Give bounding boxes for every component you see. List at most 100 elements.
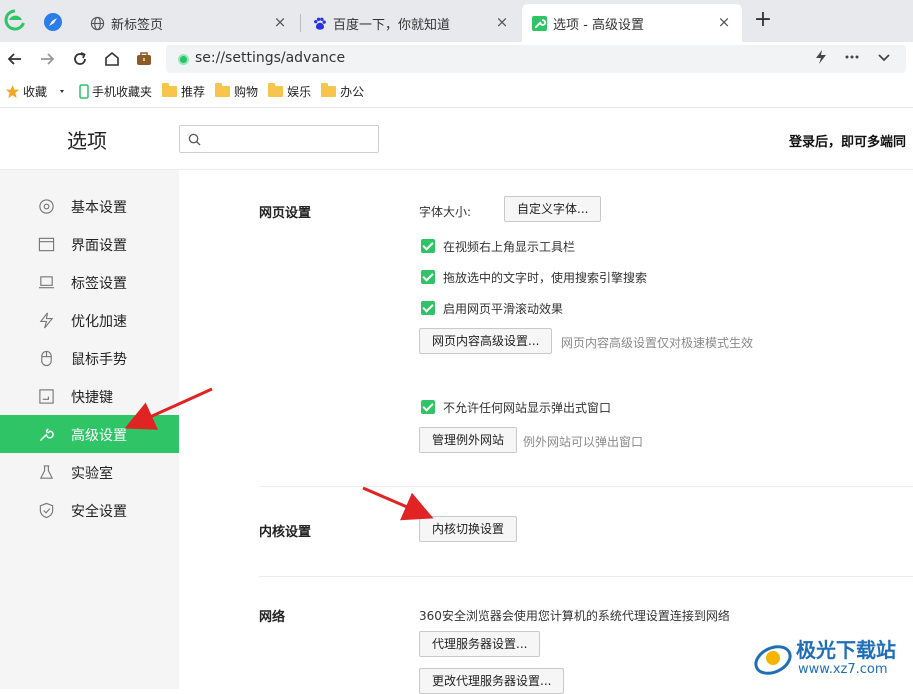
tab-advanced-settings[interactable]: 选项 - 高级设置 × xyxy=(522,4,742,42)
checkbox-label: 拖放选中的文字时，使用搜索引擎搜索 xyxy=(443,270,648,285)
checkbox-block-popups[interactable]: 不允许任何网站显示弹出式窗口 xyxy=(421,398,611,416)
address-bar[interactable]: se://settings/advance xyxy=(166,45,906,73)
secure-icon xyxy=(178,54,189,65)
watermark-text: 极光下载站 xyxy=(796,638,896,662)
checkbox-checked-icon[interactable] xyxy=(421,270,435,284)
chevron-down-icon[interactable] xyxy=(873,49,895,69)
sidebar-item-label: 安全设置 xyxy=(71,504,127,520)
sidebar-item-shortcuts[interactable]: 快捷键 xyxy=(0,377,179,415)
watermark-url: www.xz7.com xyxy=(798,662,888,677)
back-button[interactable] xyxy=(3,47,27,71)
sidebar-item-basic[interactable]: 基本设置 xyxy=(0,187,179,225)
address-text[interactable]: se://settings/advance xyxy=(195,50,345,66)
shield-icon xyxy=(39,502,54,519)
wrench-icon xyxy=(40,428,54,441)
tab-title: 新标签页 xyxy=(111,17,164,33)
more-icon[interactable] xyxy=(841,49,863,69)
bookmark-mobile[interactable]: 手机收藏夹 xyxy=(79,83,152,100)
section-divider xyxy=(259,576,913,577)
network-description: 360安全浏览器会使用您计算机的系统代理设置连接到网络 xyxy=(419,609,730,623)
section-divider xyxy=(259,486,913,487)
search-input[interactable] xyxy=(208,129,373,149)
custom-font-button[interactable]: 自定义字体... xyxy=(504,196,602,222)
checkbox-drag-search[interactable]: 拖放选中的文字时，使用搜索引擎搜索 xyxy=(421,268,647,286)
home-button[interactable] xyxy=(100,47,124,71)
advanced-content-hint: 网页内容高级设置仅对极速模式生效 xyxy=(561,336,754,350)
login-tip[interactable]: 登录后，即可多端同 xyxy=(789,131,906,150)
watermark-logo-icon xyxy=(754,645,792,675)
bookmark-folder-recommend[interactable]: 推荐 xyxy=(162,83,205,100)
tab-title: 选项 - 高级设置 xyxy=(553,17,644,33)
folder-icon xyxy=(321,83,337,97)
checkbox-checked-icon[interactable] xyxy=(421,301,435,315)
page-title: 选项 xyxy=(67,129,107,153)
advanced-content-button[interactable]: 网页内容高级设置... xyxy=(419,328,553,354)
checkbox-label: 不允许任何网站显示弹出式窗口 xyxy=(443,400,612,415)
caret-down-icon[interactable] xyxy=(55,87,69,97)
keyboard-icon xyxy=(39,389,54,404)
close-icon[interactable]: × xyxy=(272,14,288,30)
sidebar-item-acceleration[interactable]: 优化加速 xyxy=(0,301,179,339)
bookmark-label: 手机收藏夹 xyxy=(92,85,153,99)
sidebar-item-label: 高级设置 xyxy=(71,428,127,444)
manage-exceptions-button[interactable]: 管理例外网站 xyxy=(419,427,518,453)
checkbox-video-toolbar[interactable]: 在视频右上角显示工具栏 xyxy=(421,237,575,255)
bookmark-favorites[interactable]: 收藏 xyxy=(5,83,69,100)
flask-icon xyxy=(39,465,54,479)
bookmark-label: 购物 xyxy=(234,85,259,99)
search-icon xyxy=(188,133,201,146)
reload-button[interactable] xyxy=(68,47,92,71)
settings-sidebar: 基本设置 界面设置 标签设置 优化加速 鼠标手势 快捷键 高级设置 实验室 安全… xyxy=(0,170,179,689)
lightning-icon[interactable] xyxy=(810,49,832,69)
section-title-webpage: 网页设置 xyxy=(259,206,312,221)
toolbox-button[interactable] xyxy=(132,47,156,71)
checkbox-smooth-scroll[interactable]: 启用网页平滑滚动效果 xyxy=(421,299,563,317)
bookmark-label: 推荐 xyxy=(181,85,206,99)
bookmark-folder-office[interactable]: 办公 xyxy=(321,83,364,100)
checkbox-checked-icon[interactable] xyxy=(421,400,435,414)
sidebar-item-tabs[interactable]: 标签设置 xyxy=(0,263,179,301)
sidebar-item-security[interactable]: 安全设置 xyxy=(0,491,179,529)
manage-exceptions-hint: 例外网站可以弹出窗口 xyxy=(523,435,644,449)
settings-search[interactable] xyxy=(179,125,379,153)
checkbox-checked-icon[interactable] xyxy=(421,239,435,253)
browser-logo-icon[interactable] xyxy=(4,9,26,31)
sidebar-item-label: 优化加速 xyxy=(71,314,127,330)
tab-divider xyxy=(300,14,301,32)
arrow-right-icon xyxy=(41,53,55,65)
proxy-settings-button[interactable]: 代理服务器设置... xyxy=(419,631,541,657)
gear-icon xyxy=(39,199,54,214)
sidebar-item-label: 快捷键 xyxy=(71,390,113,406)
new-tab-button[interactable]: + xyxy=(752,9,774,31)
kernel-switch-button[interactable]: 内核切换设置 xyxy=(419,516,518,542)
sidebar-item-label: 界面设置 xyxy=(71,238,127,254)
change-proxy-button[interactable]: 更改代理服务器设置... xyxy=(419,668,565,694)
folder-icon xyxy=(162,83,178,97)
sidebar-item-mouse-gestures[interactable]: 鼠标手势 xyxy=(0,339,179,377)
baidu-paw-icon xyxy=(314,17,326,30)
window-icon xyxy=(38,237,55,252)
tab-baidu[interactable]: 百度一下，你就知道 × xyxy=(302,4,520,42)
home-icon xyxy=(105,51,119,66)
folder-icon xyxy=(268,83,284,97)
bookmark-folder-entertainment[interactable]: 娱乐 xyxy=(268,83,311,100)
sidebar-item-lab[interactable]: 实验室 xyxy=(0,453,179,491)
sidebar-item-label: 标签设置 xyxy=(71,276,127,292)
globe-icon xyxy=(90,16,105,30)
sidebar-item-advanced[interactable]: 高级设置 xyxy=(0,415,179,453)
section-title-kernel: 内核设置 xyxy=(259,525,312,540)
compass-icon[interactable] xyxy=(44,13,62,31)
sidebar-item-interface[interactable]: 界面设置 xyxy=(0,225,179,263)
bookmark-label: 收藏 xyxy=(23,85,48,99)
bookmarks-bar: 收藏 手机收藏夹 推荐 购物 娱乐 办公 xyxy=(0,76,913,108)
briefcase-icon xyxy=(137,52,151,65)
forward-button[interactable] xyxy=(35,47,59,71)
tab-new-tab[interactable]: 新标签页 × xyxy=(80,4,298,42)
close-icon[interactable]: × xyxy=(716,14,732,30)
sidebar-item-label: 实验室 xyxy=(71,466,113,482)
bookmark-folder-shopping[interactable]: 购物 xyxy=(215,83,258,100)
lightning-icon xyxy=(39,312,54,329)
font-size-label: 字体大小: xyxy=(419,205,472,219)
checkbox-label: 启用网页平滑滚动效果 xyxy=(443,301,564,316)
close-icon[interactable]: × xyxy=(494,14,510,30)
